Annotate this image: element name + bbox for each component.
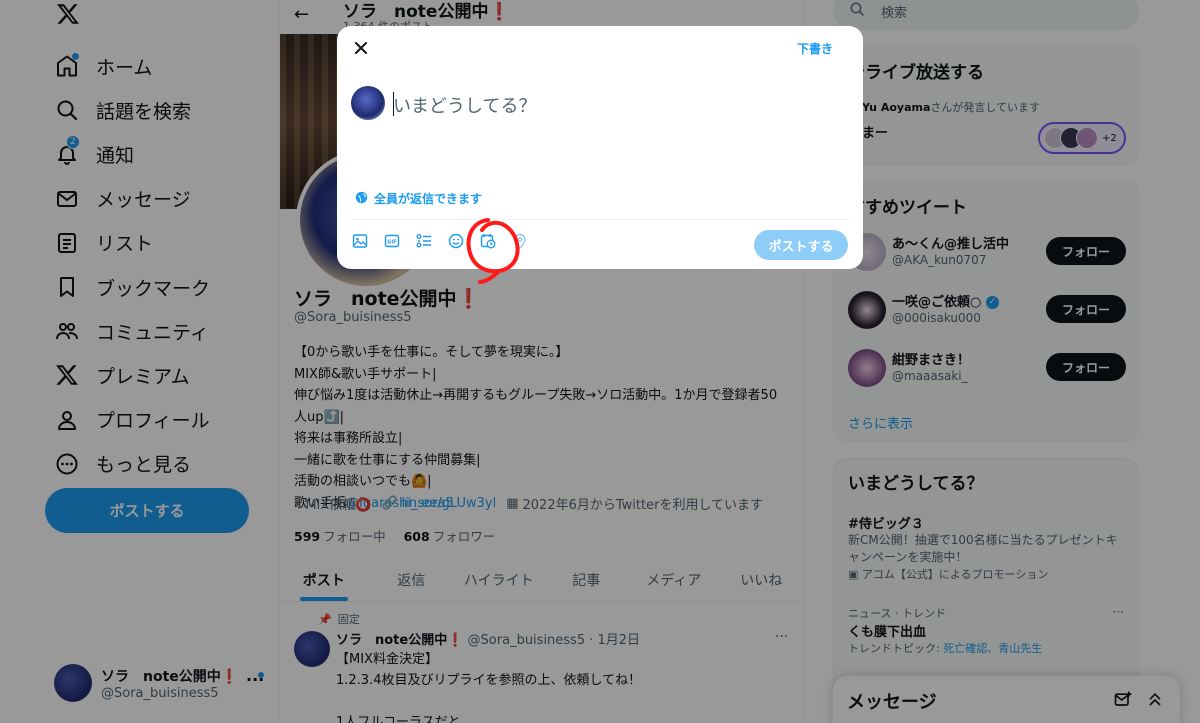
location-icon[interactable] xyxy=(511,232,528,249)
image-icon[interactable] xyxy=(351,232,368,249)
schedule-icon[interactable] xyxy=(479,232,496,249)
divider xyxy=(351,219,849,220)
compose-toolbar: GIF xyxy=(351,232,528,249)
compose-input[interactable] xyxy=(393,90,833,122)
text-caret xyxy=(393,92,394,116)
globe-icon xyxy=(355,191,368,207)
reply-setting-label: 全員が返信できます xyxy=(374,192,483,206)
poll-icon[interactable] xyxy=(415,232,432,249)
compose-post-button[interactable]: ポストする xyxy=(754,230,848,260)
gif-icon[interactable]: GIF xyxy=(383,232,400,249)
drafts-button[interactable]: 下書き xyxy=(797,40,833,57)
emoji-icon[interactable] xyxy=(447,232,464,249)
compose-modal: 下書き 全員が返信できます GIF ポストする xyxy=(337,26,863,269)
reply-setting[interactable]: 全員が返信できます xyxy=(355,190,482,207)
avatar xyxy=(351,86,385,120)
close-icon[interactable] xyxy=(351,38,371,58)
svg-text:GIF: GIF xyxy=(387,239,396,245)
